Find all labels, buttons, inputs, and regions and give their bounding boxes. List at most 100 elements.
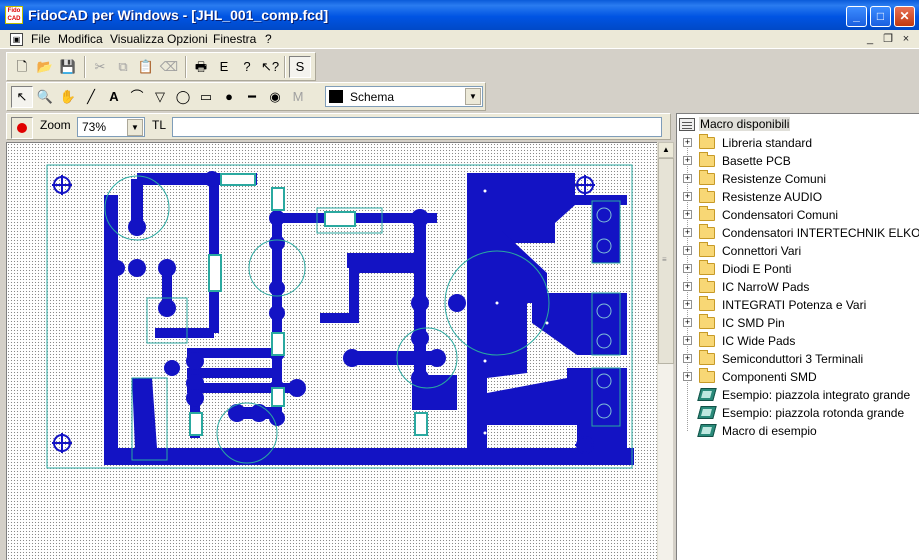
eraser-icon[interactable]: ⌫ bbox=[158, 56, 180, 78]
toolbar-separator bbox=[84, 56, 86, 78]
scroll-up-icon[interactable]: ▲ bbox=[658, 142, 674, 158]
expand-icon[interactable]: + bbox=[683, 372, 692, 381]
context-help-icon[interactable]: ↖? bbox=[259, 56, 281, 78]
expand-icon[interactable]: + bbox=[683, 336, 692, 345]
open-icon[interactable]: 📂 bbox=[34, 56, 56, 78]
tree-macro-piazzola-rotonda[interactable]: Esempio: piazzola rotonda grande bbox=[677, 404, 919, 422]
ellipse-icon[interactable]: ◯ bbox=[172, 86, 194, 108]
tree-macro-di-esempio[interactable]: Macro di esempio bbox=[677, 422, 919, 440]
cut-icon[interactable]: ✂ bbox=[89, 56, 111, 78]
tree-folder-basette-pcb[interactable]: + Basette PCB bbox=[677, 152, 919, 170]
mdi-restore-button[interactable]: ❐ bbox=[881, 33, 895, 46]
tree-macro-piazzola-integrato[interactable]: Esempio: piazzola integrato grande bbox=[677, 386, 919, 404]
tree-folder-condensatori-comuni[interactable]: + Condensatori Comuni bbox=[677, 206, 919, 224]
menu-opzioni[interactable]: Opzioni bbox=[167, 32, 208, 46]
tree-folder-ic-smd-pin[interactable]: + IC SMD Pin bbox=[677, 314, 919, 332]
menu-file[interactable]: File bbox=[31, 32, 50, 46]
line-icon[interactable]: ╱ bbox=[80, 86, 102, 108]
polygon-icon[interactable]: ▽ bbox=[149, 86, 171, 108]
tree-macro-label: Esempio: piazzola rotonda grande bbox=[722, 406, 905, 420]
chevron-down-icon[interactable]: ▼ bbox=[465, 88, 481, 105]
tree-folder-condensatori-intertechnik[interactable]: + Condensatori INTERTECHNIK ELKO bbox=[677, 224, 919, 242]
tree-folder-semiconduttori[interactable]: + Semiconduttori 3 Terminali bbox=[677, 350, 919, 368]
drawing-canvas[interactable] bbox=[6, 142, 657, 560]
folder-icon bbox=[699, 170, 715, 185]
folder-icon bbox=[699, 134, 715, 149]
connection-icon[interactable]: ◉ bbox=[264, 86, 286, 108]
tree-macro-label: Macro di esempio bbox=[722, 424, 817, 438]
tree-folder-resistenze-audio[interactable]: + Resistenze AUDIO bbox=[677, 188, 919, 206]
zoom-label: Zoom bbox=[40, 118, 71, 132]
expand-icon[interactable]: + bbox=[683, 282, 692, 291]
macro-book-icon bbox=[697, 424, 717, 437]
folder-icon bbox=[699, 242, 715, 257]
menu-help[interactable]: ? bbox=[265, 32, 272, 46]
expand-icon[interactable]: + bbox=[683, 156, 692, 165]
tree-folder-resistenze-comuni[interactable]: + Resistenze Comuni bbox=[677, 170, 919, 188]
tree-folder-ic-narrow-pads[interactable]: + IC NarroW Pads bbox=[677, 278, 919, 296]
menu-visualizza[interactable]: Visualizza bbox=[110, 32, 164, 46]
layer-select[interactable]: Schema ▼ bbox=[325, 86, 483, 107]
zoom-select[interactable]: 73% ▼ bbox=[77, 117, 145, 137]
chevron-down-icon[interactable]: ▼ bbox=[127, 119, 143, 136]
menu-modifica[interactable]: Modifica bbox=[58, 32, 103, 46]
expand-icon[interactable]: + bbox=[683, 300, 692, 309]
expand-icon[interactable]: + bbox=[683, 192, 692, 201]
tree-folder-connettori-vari[interactable]: + Connettori Vari bbox=[677, 242, 919, 260]
print-icon[interactable]: 🖶 bbox=[190, 56, 212, 78]
scroll-thumb[interactable]: ≡ bbox=[658, 158, 674, 364]
mdi-close-button[interactable]: × bbox=[899, 33, 913, 46]
pcb-pad-icon[interactable]: ● bbox=[218, 86, 240, 108]
fidocad-app-icon[interactable]: Fido CAD bbox=[5, 6, 23, 24]
expand-icon[interactable]: + bbox=[683, 264, 692, 273]
canvas-vertical-scrollbar[interactable]: ▲ ≡ bbox=[657, 142, 674, 560]
record-button[interactable] bbox=[11, 117, 33, 139]
close-button[interactable]: ✕ bbox=[894, 6, 915, 27]
expand-icon[interactable]: + bbox=[683, 318, 692, 327]
zoom-value: 73% bbox=[82, 120, 107, 134]
help-icon[interactable]: ? bbox=[236, 56, 258, 78]
folder-icon bbox=[699, 368, 715, 383]
export-icon[interactable]: E bbox=[213, 56, 235, 78]
expand-icon[interactable]: + bbox=[683, 210, 692, 219]
tree-folder-diodi-e-ponti[interactable]: + Diodi E Ponti bbox=[677, 260, 919, 278]
window-title: FidoCAD per Windows - [JHL_001_comp.fcd] bbox=[28, 7, 329, 23]
menu-finestra[interactable]: Finestra bbox=[213, 32, 256, 46]
folder-icon bbox=[699, 296, 715, 311]
expand-icon[interactable]: + bbox=[683, 246, 692, 255]
text-icon[interactable]: A bbox=[103, 86, 125, 108]
bezier-icon[interactable]: ⌒ bbox=[126, 86, 148, 108]
zoom-toolbar: Zoom 73% ▼ TL bbox=[6, 113, 671, 140]
tree-folder-componenti-smd[interactable]: + Componenti SMD bbox=[677, 368, 919, 386]
tree-folder-ic-wide-pads[interactable]: + IC Wide Pads bbox=[677, 332, 919, 350]
macro-book-icon bbox=[697, 406, 717, 419]
tree-folder-libreria-standard[interactable]: + Libreria standard bbox=[677, 134, 919, 152]
maximize-button[interactable]: □ bbox=[870, 6, 891, 27]
drawing-toolbar: ↖ 🔍 ✋ ╱ A ⌒ ▽ ◯ ▭ ● ━ ◉ M Schema ▼ bbox=[6, 82, 486, 111]
hand-icon[interactable]: ✋ bbox=[57, 86, 79, 108]
rectangle-icon[interactable]: ▭ bbox=[195, 86, 217, 108]
copy-icon[interactable]: ⧉ bbox=[112, 56, 134, 78]
snap-icon[interactable]: S bbox=[289, 56, 311, 78]
macro-tree-panel[interactable]: Macro disponibili + Libreria standard + … bbox=[676, 113, 919, 560]
macro-icon[interactable]: M bbox=[287, 86, 309, 108]
zoom-icon[interactable]: 🔍 bbox=[34, 86, 56, 108]
paste-icon[interactable]: 📋 bbox=[135, 56, 157, 78]
title-bar: Fido CAD FidoCAD per Windows - [JHL_001_… bbox=[0, 0, 919, 30]
new-icon[interactable]: 🗋 bbox=[11, 56, 33, 78]
folder-icon bbox=[699, 206, 715, 221]
expand-icon[interactable]: + bbox=[683, 174, 692, 183]
record-icon bbox=[17, 123, 27, 133]
minimize-button[interactable]: _ bbox=[846, 6, 867, 27]
mdi-minimize-button[interactable]: _ bbox=[863, 33, 877, 46]
expand-icon[interactable]: + bbox=[683, 138, 692, 147]
document-icon[interactable]: ▣ bbox=[10, 33, 23, 46]
select-arrow-icon[interactable]: ↖ bbox=[11, 86, 33, 108]
expand-icon[interactable]: + bbox=[683, 228, 692, 237]
save-icon[interactable]: 💾 bbox=[57, 56, 79, 78]
tree-folder-integrati-potenza[interactable]: + INTEGRATI Potenza e Vari bbox=[677, 296, 919, 314]
tree-folder-label: Condensatori INTERTECHNIK ELKO bbox=[722, 226, 919, 240]
pcb-line-icon[interactable]: ━ bbox=[241, 86, 263, 108]
tl-input[interactable] bbox=[172, 117, 662, 137]
expand-icon[interactable]: + bbox=[683, 354, 692, 363]
